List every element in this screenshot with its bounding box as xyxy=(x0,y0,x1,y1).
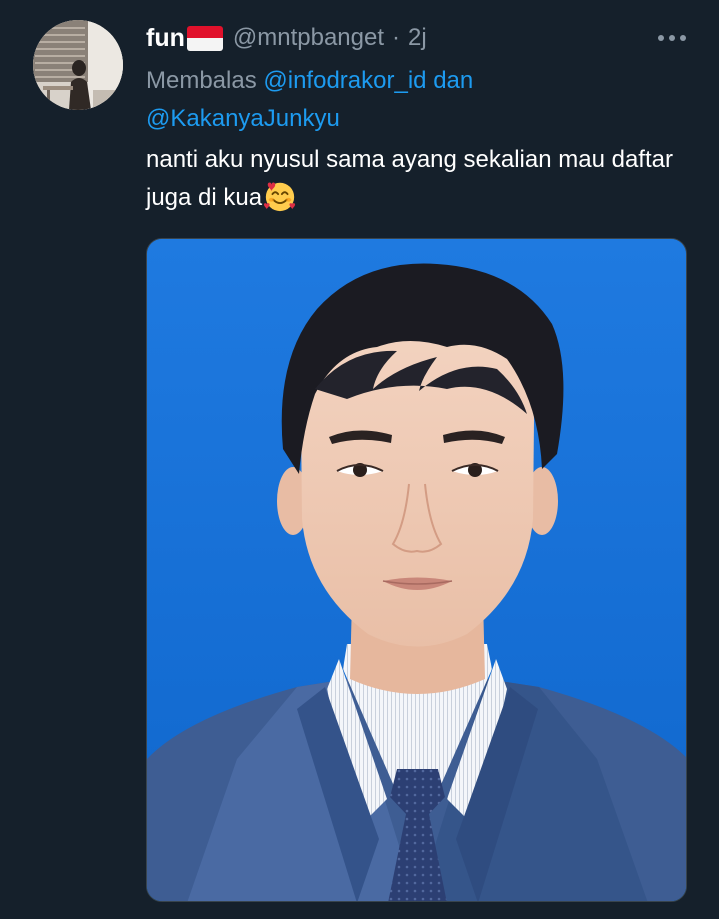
separator-dot: · xyxy=(392,24,400,51)
tweet-header: fun @mntpbanget · 2j xyxy=(146,22,427,54)
timestamp[interactable]: 2j xyxy=(408,24,427,52)
reply-context: Membalas @infodrakor_id dan @KakanyaJunk… xyxy=(146,62,686,138)
reply-prefix: Membalas xyxy=(146,67,257,94)
tweet-photo[interactable] xyxy=(146,238,687,902)
tweet-text: nanti aku nyusul sama ayang sekalian mau… xyxy=(146,141,691,217)
portrait-photo xyxy=(147,239,686,901)
tweet-body: nanti aku nyusul sama ayang sekalian mau… xyxy=(146,146,673,211)
more-options-button[interactable] xyxy=(655,26,689,50)
mention-infodrakor[interactable]: @infodrakor_id xyxy=(263,67,426,94)
user-handle[interactable]: @mntpbanget xyxy=(233,24,384,52)
mention-joiner: dan xyxy=(433,67,474,94)
smiling-face-with-hearts-icon xyxy=(264,182,296,212)
avatar-image xyxy=(33,20,123,110)
mention-kakanyajunkyu[interactable]: @KakanyaJunkyu xyxy=(146,105,340,132)
indonesia-flag-icon xyxy=(186,25,223,51)
display-name[interactable]: fun xyxy=(146,24,185,53)
tweet[interactable]: fun @mntpbanget · 2j Membalas @infodrako… xyxy=(0,0,719,919)
more-options-icon xyxy=(658,35,686,41)
avatar[interactable] xyxy=(33,20,123,110)
